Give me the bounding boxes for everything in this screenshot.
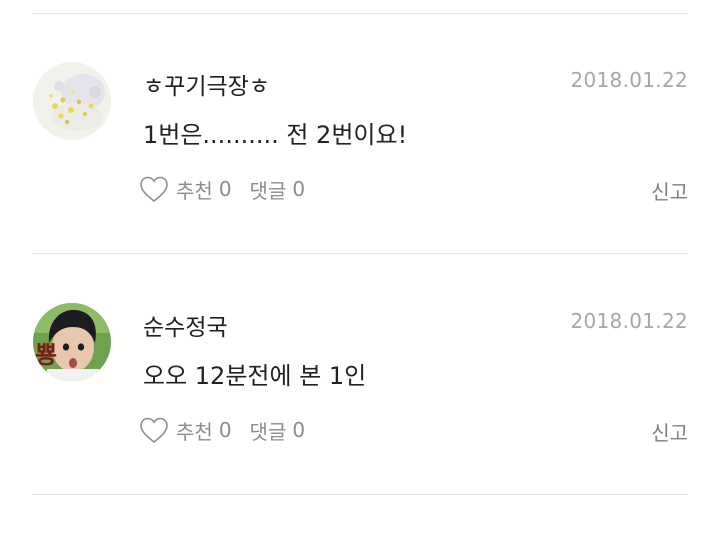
comment-actions: 추천 0 댓글 0: [138, 413, 305, 447]
like-label: 추천: [176, 419, 213, 444]
like-count: 0: [218, 418, 232, 442]
comment-divider: [32, 253, 688, 254]
avatar-sticker: 뿅: [35, 341, 58, 369]
heart-icon: [140, 417, 168, 444]
like-button[interactable]: 추천 0: [138, 415, 232, 445]
avatar[interactable]: 뿅: [33, 303, 111, 381]
comment-divider: [32, 494, 688, 495]
comment-date: 2018.01.22: [570, 309, 688, 333]
comment-item: 뿅 순수정국 2018.01.22 오오 12분전에 본 1인 추천 0 댓글 …: [0, 0, 720, 445]
username[interactable]: 순수정국: [143, 308, 228, 342]
reply-button[interactable]: 댓글 0: [250, 416, 306, 445]
comment-text: 오오 12분전에 본 1인: [143, 362, 367, 390]
reply-label: 댓글: [249, 419, 287, 444]
reply-count: 0: [292, 418, 306, 442]
report-button[interactable]: 신고: [651, 417, 688, 446]
